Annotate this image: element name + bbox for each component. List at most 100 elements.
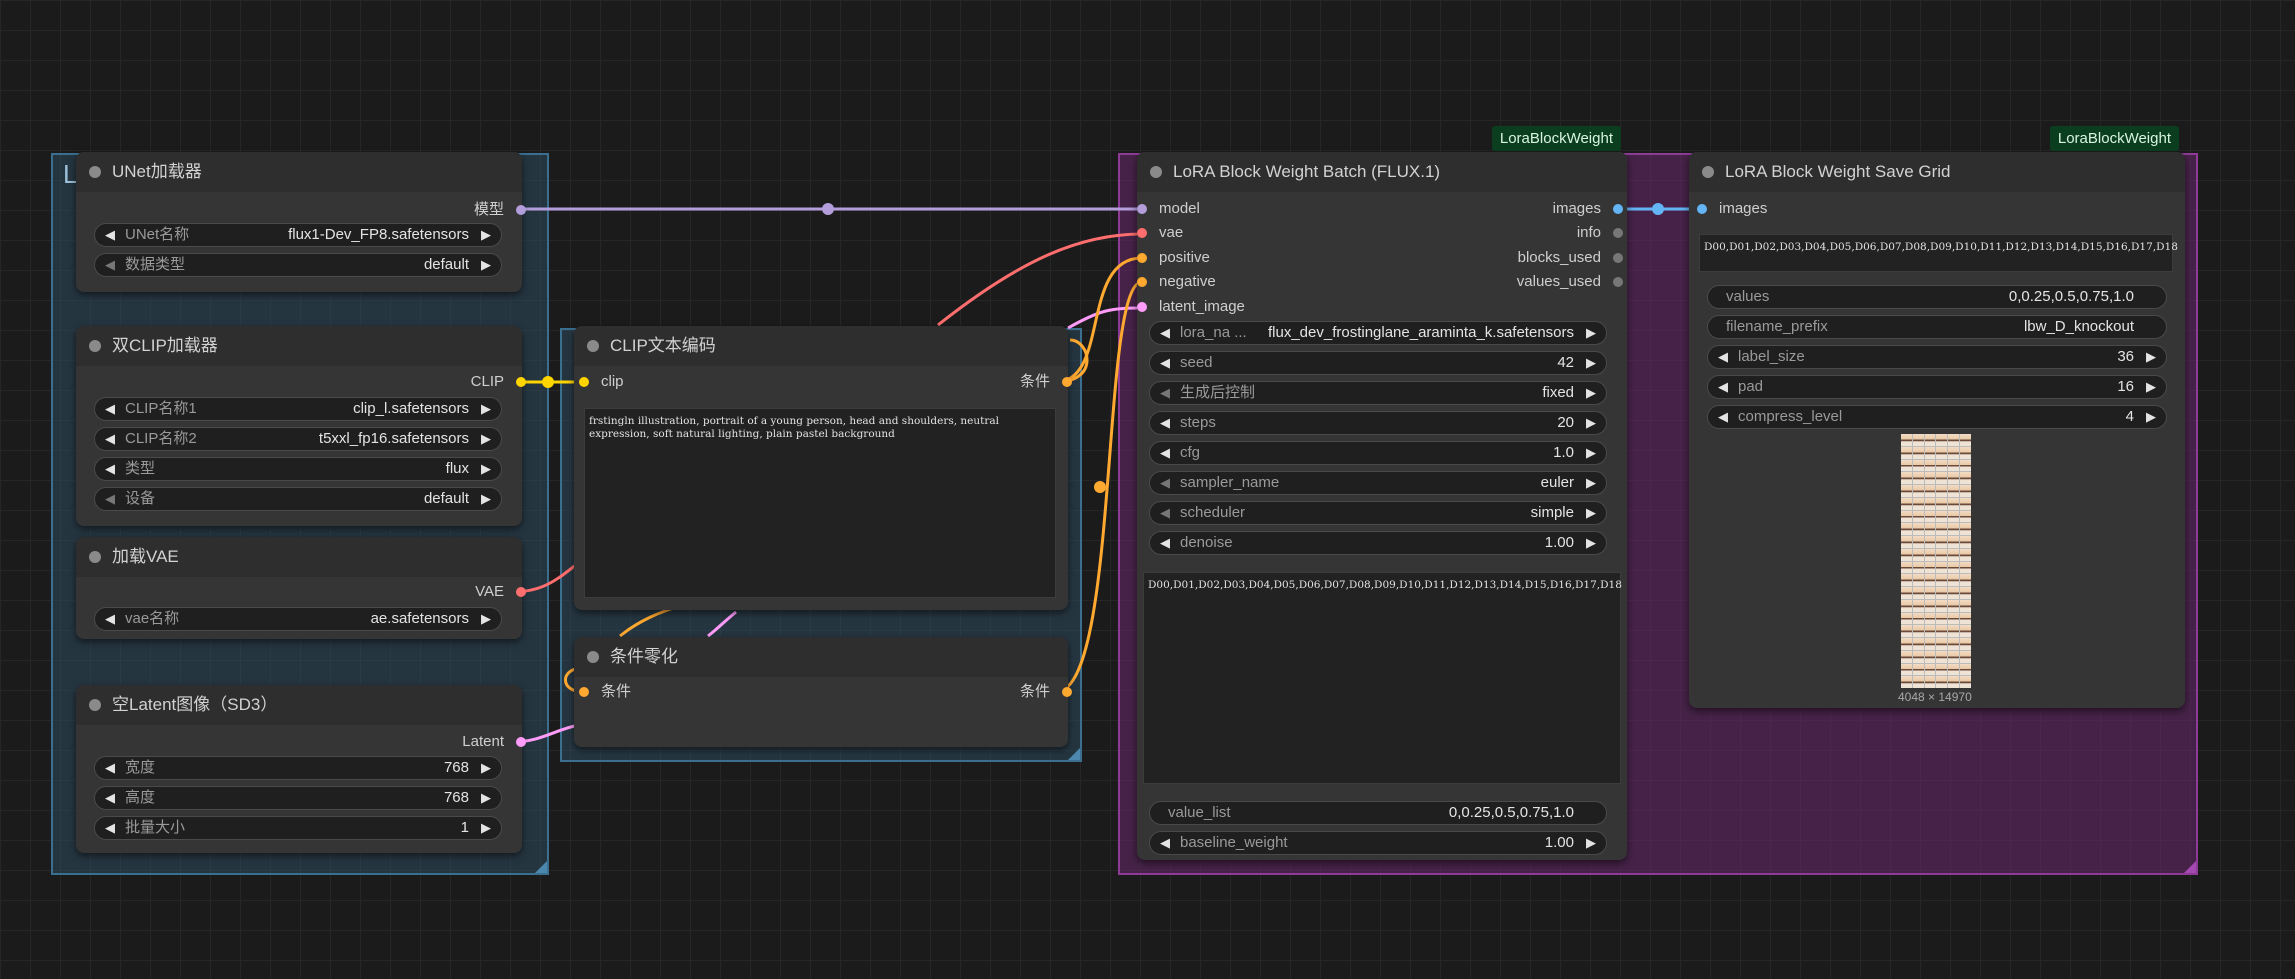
number-batch-size[interactable]: ◀ 批量大小 1 ▶ <box>94 816 502 840</box>
collapse-dot-icon[interactable] <box>89 699 101 711</box>
wire-reroute-dot[interactable] <box>1094 481 1106 493</box>
slot-dot-icon[interactable] <box>1613 228 1623 238</box>
collapse-dot-icon[interactable] <box>89 551 101 563</box>
arrow-left-icon[interactable]: ◀ <box>1160 412 1170 434</box>
slot-dot-icon[interactable] <box>1137 277 1147 287</box>
node-title[interactable]: 条件零化 <box>574 637 1068 677</box>
number-seed[interactable]: ◀ seed 42 ▶ <box>1149 351 1607 375</box>
arrow-left-icon[interactable]: ◀ <box>105 817 115 839</box>
arrow-right-icon[interactable]: ▶ <box>1586 442 1596 464</box>
slot-dot-icon[interactable] <box>516 737 526 747</box>
arrow-right-icon[interactable]: ▶ <box>1586 412 1596 434</box>
arrow-right-icon[interactable]: ▶ <box>2146 346 2156 368</box>
output-conditioning[interactable]: 条件 <box>1020 682 1072 702</box>
slot-dot-icon[interactable] <box>516 377 526 387</box>
arrow-left-icon[interactable]: ◀ <box>1160 322 1170 344</box>
input-clip[interactable]: clip <box>579 372 624 392</box>
arrow-right-icon[interactable]: ▶ <box>481 817 491 839</box>
input-conditioning[interactable]: 条件 <box>579 682 631 702</box>
number-width[interactable]: ◀ 宽度 768 ▶ <box>94 756 502 780</box>
number-height[interactable]: ◀ 高度 768 ▶ <box>94 786 502 810</box>
arrow-right-icon[interactable]: ▶ <box>481 787 491 809</box>
arrow-left-icon[interactable]: ◀ <box>1718 346 1728 368</box>
arrow-left-icon[interactable]: ◀ <box>105 608 115 630</box>
arrow-right-icon[interactable]: ▶ <box>1586 322 1596 344</box>
arrow-right-icon[interactable]: ▶ <box>481 458 491 480</box>
slot-dot-icon[interactable] <box>1613 277 1623 287</box>
arrow-right-icon[interactable]: ▶ <box>481 757 491 779</box>
arrow-right-icon[interactable]: ▶ <box>481 428 491 450</box>
group-resize-handle[interactable] <box>1068 748 1080 760</box>
text-values[interactable]: values 0,0.25,0.5,0.75,1.0 <box>1707 285 2167 309</box>
number-label-size[interactable]: ◀ label_size 36 ▶ <box>1707 345 2167 369</box>
output-values-used[interactable]: values_used <box>1517 272 1623 292</box>
node-empty-latent[interactable]: 空Latent图像（SD3） Latent ◀ 宽度 768 ▶ ◀ 高度 768 ▶ ◀ 批… <box>76 685 526 853</box>
node-lora-block-weight-batch[interactable]: LoraBlockWeight LoRA Block Weight Batch … <box>1137 126 1627 860</box>
arrow-right-icon[interactable]: ▶ <box>481 398 491 420</box>
slot-dot-icon[interactable] <box>1137 204 1147 214</box>
slot-dot-icon[interactable] <box>1613 253 1623 263</box>
node-title[interactable]: LoRA Block Weight Save Grid <box>1689 152 2185 192</box>
input-positive[interactable]: positive <box>1137 248 1210 268</box>
arrow-right-icon[interactable]: ▶ <box>481 608 491 630</box>
collapse-dot-icon[interactable] <box>89 340 101 352</box>
blocks-textarea[interactable]: D00,D01,D02,D03,D04,D05,D06,D07,D08,D09,… <box>1699 234 2178 272</box>
combo-clip-name2[interactable]: ◀ CLIP名称2 t5xxl_fp16.safetensors ▶ <box>94 427 502 451</box>
arrow-left-icon[interactable]: ◀ <box>105 488 115 510</box>
prompt-textarea[interactable]: frstingln illustration, portrait of a yo… <box>584 408 1056 598</box>
output-images[interactable]: images <box>1553 199 1623 219</box>
arrow-right-icon[interactable]: ▶ <box>2146 376 2156 398</box>
arrow-left-icon[interactable]: ◀ <box>1160 352 1170 374</box>
combo-control-after-generate[interactable]: ◀ 生成后控制 fixed ▶ <box>1149 381 1607 405</box>
combo-weight-dtype[interactable]: ◀ 数据类型 default ▶ <box>94 253 502 277</box>
slot-dot-icon[interactable] <box>1613 204 1623 214</box>
node-title[interactable]: 空Latent图像（SD3） <box>76 685 522 725</box>
arrow-left-icon[interactable]: ◀ <box>105 398 115 420</box>
arrow-left-icon[interactable]: ◀ <box>1160 532 1170 554</box>
combo-sampler-name[interactable]: ◀ sampler_name euler ▶ <box>1149 471 1607 495</box>
blocks-textarea[interactable]: D00,D01,D02,D03,D04,D05,D06,D07,D08,D09,… <box>1143 572 1622 784</box>
output-vae[interactable]: VAE <box>475 582 526 602</box>
node-title[interactable]: LoRA Block Weight Batch (FLUX.1) <box>1137 152 1627 192</box>
node-lora-block-weight-save-grid[interactable]: LoraBlockWeight LoRA Block Weight Save G… <box>1689 126 2185 708</box>
slot-dot-icon[interactable] <box>1697 204 1707 214</box>
number-baseline-weight[interactable]: ◀ baseline_weight 1.00 ▶ <box>1149 831 1607 855</box>
node-clip-text-encode[interactable]: CLIP文本编码 clip 条件 frstingln illustration,… <box>574 326 1072 610</box>
arrow-left-icon[interactable]: ◀ <box>1160 442 1170 464</box>
arrow-right-icon[interactable]: ▶ <box>481 224 491 246</box>
collapse-dot-icon[interactable] <box>89 166 101 178</box>
slot-dot-icon[interactable] <box>1137 253 1147 263</box>
number-cfg[interactable]: ◀ cfg 1.0 ▶ <box>1149 441 1607 465</box>
node-unet-loader[interactable]: UNet加载器 模型 ◀ UNet名称 flux1-Dev_FP8.safetens… <box>76 152 526 292</box>
slot-dot-icon[interactable] <box>579 377 589 387</box>
arrow-left-icon[interactable]: ◀ <box>105 428 115 450</box>
collapse-dot-icon[interactable] <box>587 340 599 352</box>
output-clip[interactable]: CLIP <box>471 372 526 392</box>
output-model[interactable]: 模型 <box>474 200 526 220</box>
combo-clip-type[interactable]: ◀ 类型 flux ▶ <box>94 457 502 481</box>
number-steps[interactable]: ◀ steps 20 ▶ <box>1149 411 1607 435</box>
arrow-right-icon[interactable]: ▶ <box>2146 406 2156 428</box>
text-filename-prefix[interactable]: filename_prefix lbw_D_knockout <box>1707 315 2167 339</box>
arrow-left-icon[interactable]: ◀ <box>1718 376 1728 398</box>
arrow-left-icon[interactable]: ◀ <box>105 254 115 276</box>
node-conditioning-zero-out[interactable]: 条件零化 条件 条件 <box>574 637 1072 747</box>
input-latent-image[interactable]: latent_image <box>1137 297 1245 317</box>
group-resize-handle[interactable] <box>2184 861 2196 873</box>
text-value-list[interactable]: value_list 0,0.25,0.5,0.75,1.0 <box>1149 801 1607 825</box>
group-resize-handle[interactable] <box>535 861 547 873</box>
arrow-right-icon[interactable]: ▶ <box>1586 382 1596 404</box>
node-title[interactable]: UNet加载器 <box>76 152 522 192</box>
arrow-left-icon[interactable]: ◀ <box>105 224 115 246</box>
arrow-left-icon[interactable]: ◀ <box>1718 406 1728 428</box>
slot-dot-icon[interactable] <box>1137 302 1147 312</box>
combo-device[interactable]: ◀ 设备 default ▶ <box>94 487 502 511</box>
slot-dot-icon[interactable] <box>1062 377 1072 387</box>
number-denoise[interactable]: ◀ denoise 1.00 ▶ <box>1149 531 1607 555</box>
arrow-right-icon[interactable]: ▶ <box>1586 472 1596 494</box>
number-compress-level[interactable]: ◀ compress_level 4 ▶ <box>1707 405 2167 429</box>
arrow-right-icon[interactable]: ▶ <box>481 488 491 510</box>
arrow-left-icon[interactable]: ◀ <box>1160 382 1170 404</box>
input-model[interactable]: model <box>1137 199 1200 219</box>
slot-dot-icon[interactable] <box>1137 228 1147 238</box>
